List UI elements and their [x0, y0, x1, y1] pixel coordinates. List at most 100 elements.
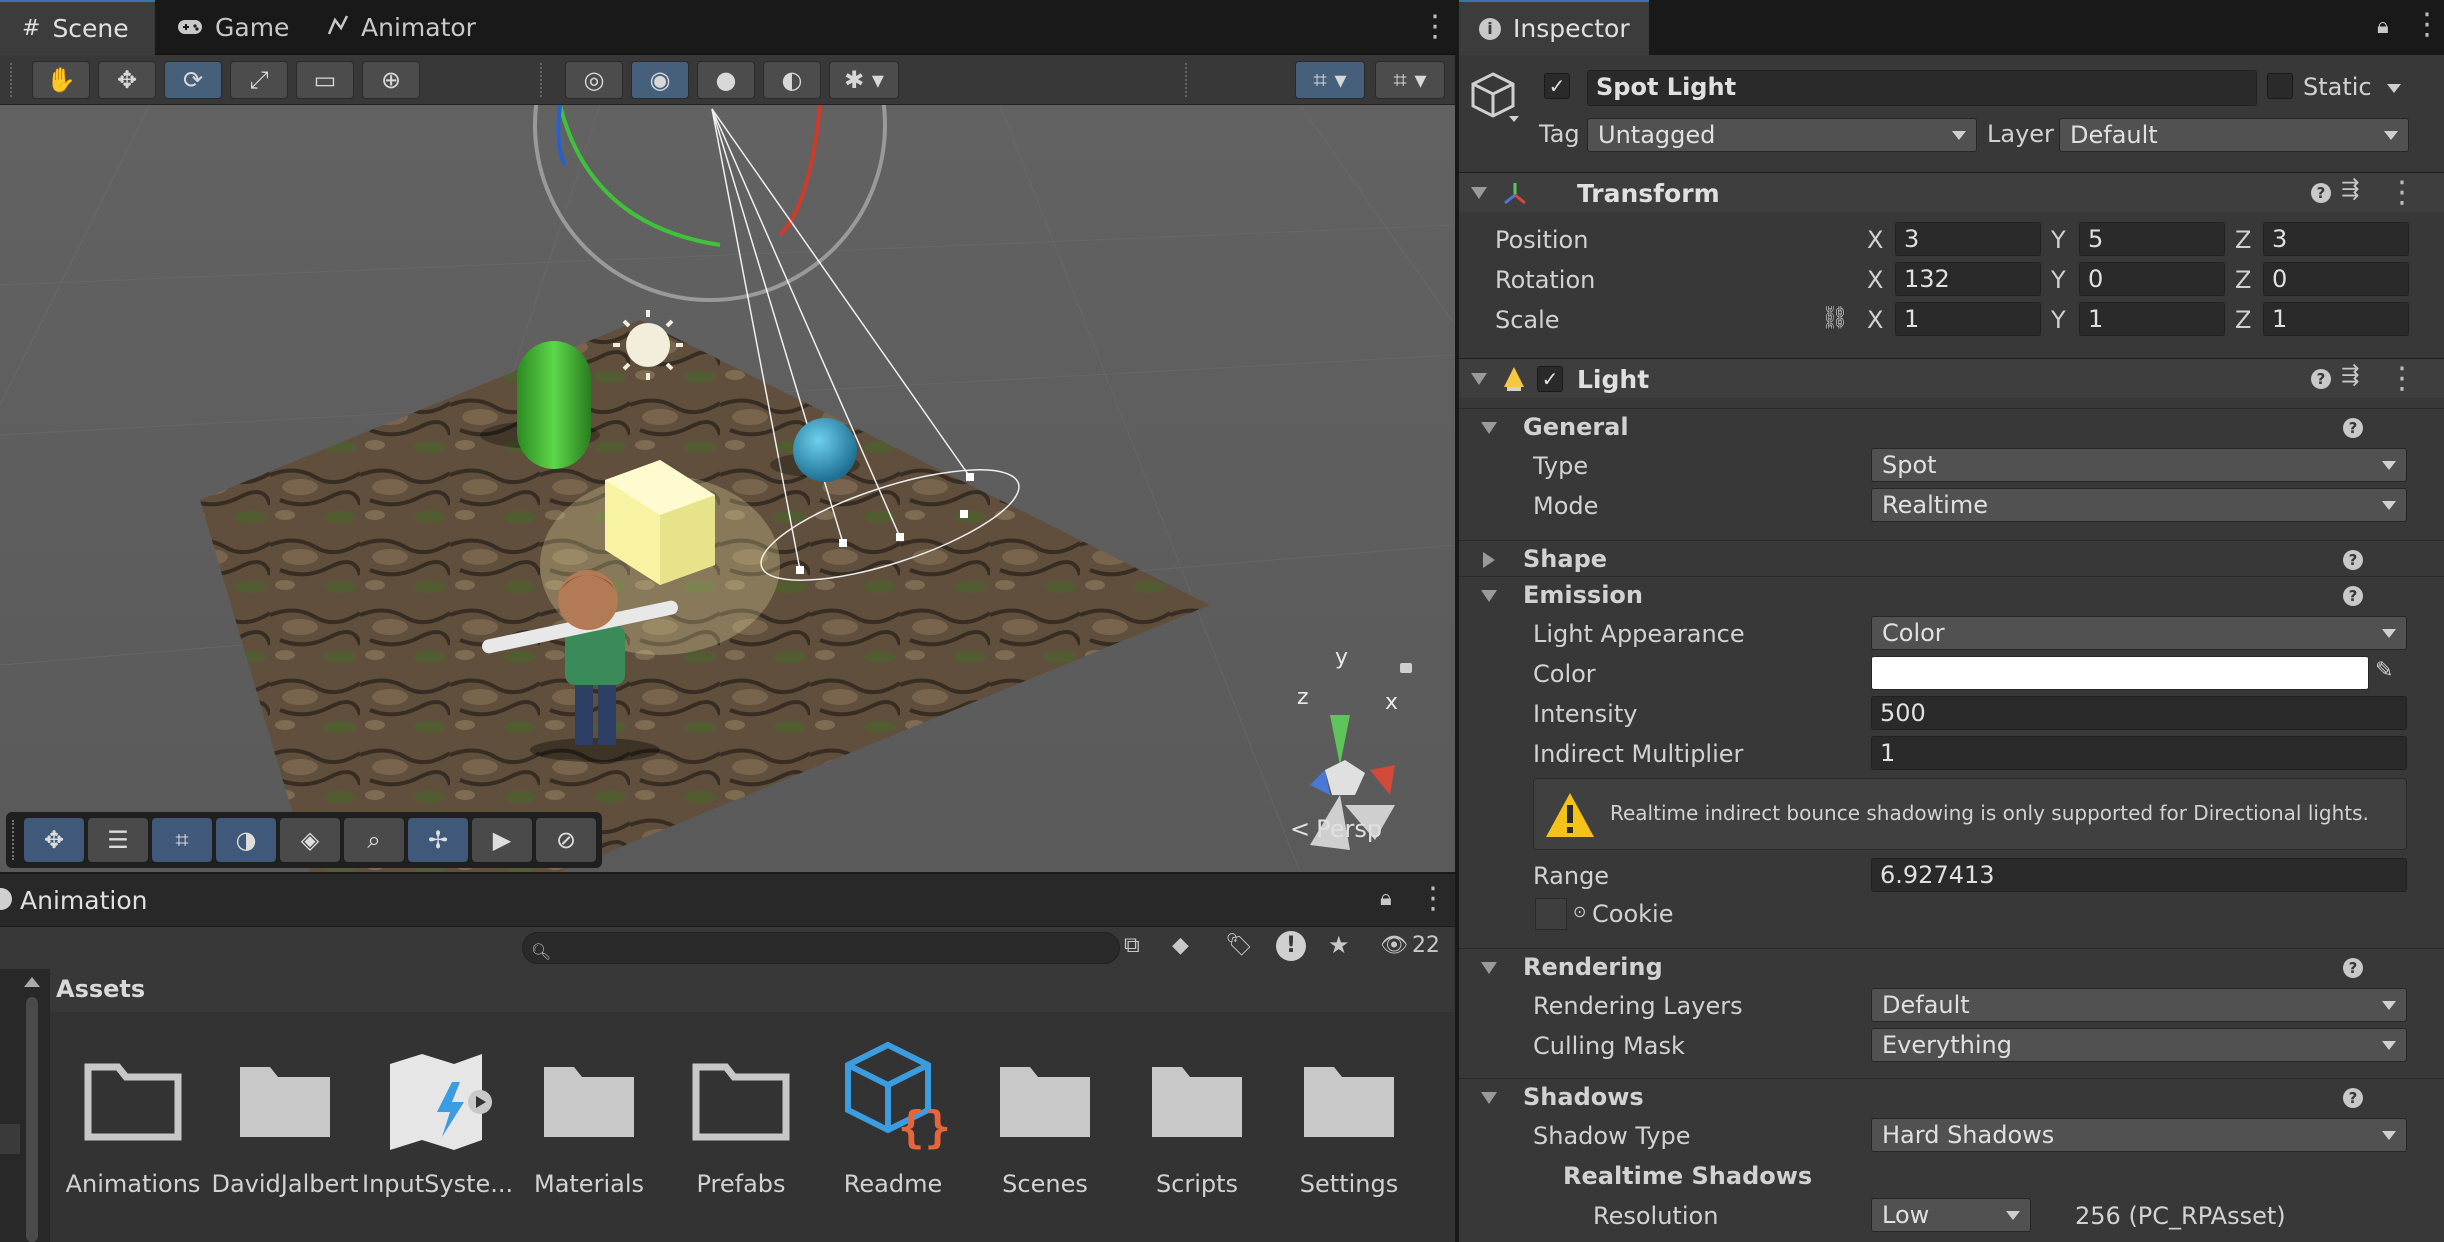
static-checkbox[interactable]	[2267, 73, 2293, 99]
asset-item[interactable]: Prefabs	[666, 1052, 816, 1198]
position-x-field[interactable]: 3	[1895, 222, 2041, 256]
scrollbar-thumb[interactable]	[26, 997, 38, 1242]
help-icon[interactable]: ?	[2311, 369, 2331, 389]
collapsed-icon[interactable]	[1483, 552, 1495, 568]
label-icon[interactable]: 🏷︎	[1225, 933, 1253, 958]
expand-icon[interactable]	[1481, 1092, 1497, 1104]
scene-viewport[interactable]: y x z < Persp	[0, 105, 1455, 872]
rotation-y-field[interactable]: 0	[2079, 262, 2225, 296]
resolution-dropdown[interactable]: Low	[1871, 1198, 2031, 1232]
expand-icon[interactable]	[1471, 187, 1487, 199]
component-menu-icon[interactable]: ⋮	[2387, 364, 2417, 394]
help-icon[interactable]: ?	[2311, 183, 2331, 203]
star-icon[interactable]: ★	[1328, 931, 1350, 959]
active-checkbox[interactable]: ✓	[1544, 73, 1570, 99]
rotation-x-field[interactable]: 132	[1895, 262, 2041, 296]
animation-menu-icon[interactable]: ⋮	[1418, 884, 1448, 914]
intensity-field[interactable]: 500	[1871, 696, 2407, 730]
scroll-up-icon[interactable]	[24, 977, 40, 987]
inspector-menu-icon[interactable]: ⋮	[2412, 10, 2442, 40]
shadow-type-dropdown[interactable]: Hard Shadows	[1871, 1118, 2407, 1152]
help-icon[interactable]: ?	[2343, 1088, 2363, 1108]
lock-icon[interactable]: 🔒︎	[2377, 14, 2389, 39]
expand-icon[interactable]	[1481, 962, 1497, 974]
tag-dropdown[interactable]: Untagged	[1587, 118, 1977, 152]
transform-tool-icon[interactable]: ⊕	[362, 61, 420, 99]
object-name-field[interactable]: Spot Light	[1587, 70, 2257, 106]
expand-icon[interactable]	[1471, 373, 1487, 385]
light-header[interactable]: ✓ Light ? ⇶ ⋮	[1459, 358, 2444, 398]
asset-item[interactable]: {} Readme	[818, 1041, 968, 1198]
color-swatch[interactable]	[1871, 656, 2369, 690]
overlay-camera-icon[interactable]: ▶	[472, 818, 532, 862]
overlay-pivot-icon[interactable]: ✢	[408, 818, 468, 862]
rendering-section-header[interactable]: Rendering ?	[1459, 948, 2444, 986]
shadows-section-header[interactable]: Shadows ?	[1459, 1078, 2444, 1116]
asset-item[interactable]: Animations	[58, 1052, 208, 1198]
rendering-layers-dropdown[interactable]: Default	[1871, 988, 2407, 1022]
component-menu-icon[interactable]: ⋮	[2387, 178, 2417, 208]
move-tool-icon[interactable]: ✥	[98, 61, 156, 99]
grid-snap-icon[interactable]: ⌗ ▾	[1295, 61, 1365, 99]
preset-icon[interactable]: ⇶	[2341, 363, 2359, 388]
overlay-tools-icon[interactable]: ☰	[88, 818, 148, 862]
asset-item[interactable]: Scripts	[1122, 1052, 1272, 1198]
asset-item[interactable]: DavidJalbert	[210, 1052, 360, 1198]
preset-icon[interactable]: ⇶	[2341, 177, 2359, 202]
scale-x-field[interactable]: 1	[1895, 302, 2041, 336]
transform-header[interactable]: Transform ? ⇶ ⋮	[1459, 172, 2444, 212]
shaded-icon[interactable]: ◉	[631, 61, 689, 99]
help-icon[interactable]: ?	[2343, 550, 2363, 570]
scale-y-field[interactable]: 1	[2079, 302, 2225, 336]
help-icon[interactable]: ?	[2343, 958, 2363, 978]
overlay-shading-icon[interactable]: ◑	[216, 818, 276, 862]
scale-z-field[interactable]: 1	[2263, 302, 2409, 336]
warning-filter-icon[interactable]: !	[1276, 931, 1306, 961]
overlay-layers-icon[interactable]: ◈	[280, 818, 340, 862]
filter-type-icon[interactable]: ◆	[1172, 933, 1189, 958]
static-dropdown-icon[interactable]	[2387, 84, 2401, 93]
debug-draw-icon[interactable]: ✱ ▾	[829, 61, 899, 99]
layer-dropdown[interactable]: Default	[2059, 118, 2409, 152]
help-icon[interactable]: ?	[2343, 586, 2363, 606]
project-search-input[interactable]: 🔍︎	[522, 932, 1120, 964]
wireframe-shading-icon[interactable]: ◎	[565, 61, 623, 99]
range-field[interactable]: 6.927413	[1871, 858, 2407, 892]
increment-snap-icon[interactable]: ⌗ ▾	[1375, 61, 1445, 99]
light-appearance-dropdown[interactable]: Color	[1871, 616, 2407, 650]
position-z-field[interactable]: 3	[2263, 222, 2409, 256]
scene-menu-icon[interactable]: ⋮	[1420, 12, 1450, 42]
asset-item[interactable]: Materials	[514, 1052, 664, 1198]
expand-icon[interactable]	[1481, 590, 1497, 602]
light-enabled-checkbox[interactable]: ✓	[1537, 366, 1563, 392]
cookie-thumbnail[interactable]	[1535, 898, 1567, 930]
overlay-move-icon[interactable]: ✥	[24, 818, 84, 862]
project-tree-scroll[interactable]	[0, 969, 50, 1242]
culling-mask-dropdown[interactable]: Everything	[1871, 1028, 2407, 1062]
constrain-proportions-icon[interactable]: ⛓	[1821, 306, 1849, 331]
tab-game[interactable]: Game	[155, 0, 305, 55]
shape-section-header[interactable]: Shape ?	[1459, 540, 2444, 578]
hand-tool-icon[interactable]: ✋	[32, 61, 90, 99]
asset-item[interactable]: InputSyste...	[362, 1052, 513, 1198]
light-mode-dropdown[interactable]: Realtime	[1871, 488, 2407, 522]
rotate-tool-icon[interactable]: ⟳	[164, 61, 222, 99]
visibility-count[interactable]: 👁︎ 22	[1380, 933, 1440, 958]
persp-toggle[interactable]: < Persp	[1290, 815, 1382, 843]
assets-breadcrumb[interactable]: Assets	[50, 969, 1455, 1012]
emission-section-header[interactable]: Emission ?	[1459, 576, 2444, 614]
scale-tool-icon[interactable]: ⤢	[230, 61, 288, 99]
overlay-search-icon[interactable]: ⌕	[344, 818, 404, 862]
tab-animator[interactable]: Animator	[305, 0, 495, 55]
unlit-icon[interactable]: ●	[697, 61, 755, 99]
position-y-field[interactable]: 5	[2079, 222, 2225, 256]
overlay-compass-icon[interactable]: ⊘	[536, 818, 596, 862]
expand-icon[interactable]	[1481, 422, 1497, 434]
general-section-header[interactable]: General ?	[1459, 408, 2444, 446]
rect-tool-icon[interactable]: ▭	[296, 61, 354, 99]
tab-inspector[interactable]: i Inspector	[1459, 0, 1649, 55]
lock-icon[interactable]: 🔒︎	[1380, 886, 1392, 911]
asset-item[interactable]: Settings	[1274, 1052, 1424, 1198]
eyedropper-icon[interactable]: ✎	[2375, 658, 2393, 683]
overlay-grid-icon[interactable]: ⌗	[152, 818, 212, 862]
